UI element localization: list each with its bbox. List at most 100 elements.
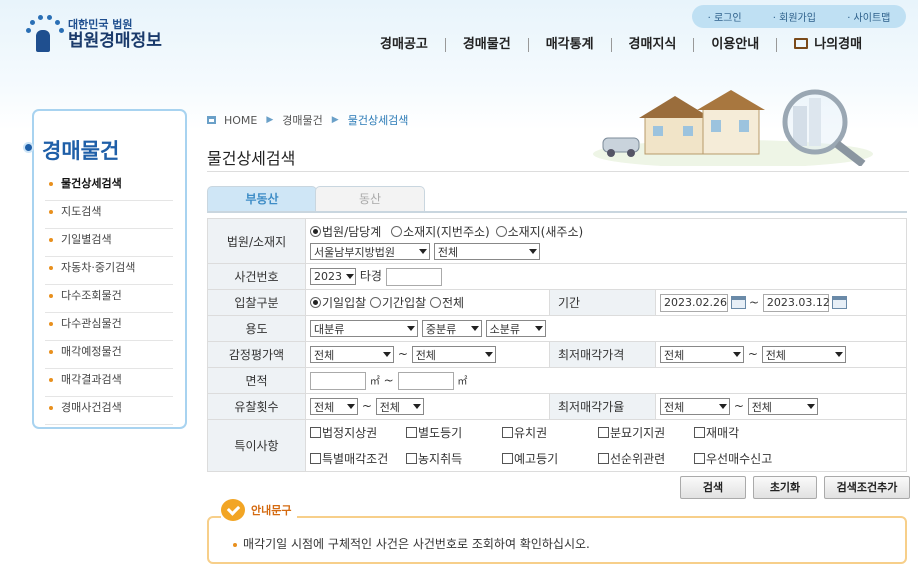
check-separate-registry-label: 별도등기	[418, 426, 463, 441]
case-number-input[interactable]	[385, 267, 442, 286]
fail-count-to-select[interactable]: 전체	[375, 398, 424, 415]
court-select[interactable]: 서울남부지방법원	[310, 243, 430, 261]
appraisal-from-select[interactable]: 전체	[310, 346, 394, 363]
check-lien-label: 유치권	[514, 426, 548, 441]
house-magnifier-illustration	[593, 89, 873, 166]
case-no-label: 사건번호	[207, 263, 306, 290]
period-to-input[interactable]: 2023.03.12	[762, 293, 830, 312]
area-from-input[interactable]	[310, 371, 366, 390]
check-resale[interactable]	[694, 427, 705, 439]
radio-all-bid-label: 전체	[442, 296, 465, 310]
sidebar-item-vehicle-search[interactable]: 자동차·중기검색	[45, 257, 173, 285]
check-preemptive-report-label: 우선매수신고	[706, 451, 773, 466]
min-price-from-select[interactable]: 전체	[660, 346, 744, 363]
tab-real-estate[interactable]: 부동산	[207, 186, 317, 212]
check-separate-registry[interactable]	[406, 427, 417, 439]
appraisal-label: 감정평가액	[207, 341, 306, 368]
breadcrumb-auction-items[interactable]: 경매물건	[282, 112, 322, 128]
check-farmland[interactable]	[406, 452, 417, 464]
nav-guide[interactable]: 이용안내	[693, 38, 776, 52]
appraisal-to-select[interactable]: 전체	[411, 346, 496, 363]
check-preemptive-report[interactable]	[694, 452, 705, 464]
nav-sale-stats[interactable]: 매각통계	[527, 38, 611, 52]
check-badge-icon	[221, 499, 245, 521]
fail-count-from-select[interactable]: 전체	[310, 398, 358, 415]
sidebar-item-most-viewed[interactable]: 다수조회물건	[45, 285, 173, 313]
check-legal-superficies[interactable]	[310, 427, 321, 439]
sidebar-item-map-search[interactable]: 지도검색	[45, 201, 173, 229]
check-legal-superficies-label: 법정지상권	[322, 426, 378, 441]
sidebar-item-sale-result[interactable]: 매각결과검색	[45, 369, 173, 397]
signup-link[interactable]: 회원가입	[773, 9, 816, 24]
radio-period-bid[interactable]	[370, 297, 381, 308]
title-divider	[207, 171, 909, 172]
check-lien[interactable]	[502, 427, 513, 439]
usage-small-select[interactable]: 소분류	[485, 320, 546, 337]
tab-movable-property[interactable]: 동산	[315, 186, 425, 212]
period-from-input[interactable]: 2023.02.26	[660, 293, 728, 312]
notice-header: 안내문구	[221, 499, 298, 521]
radio-court-dept-label: 법원/담당계	[322, 224, 382, 239]
check-senior-related[interactable]	[598, 452, 609, 464]
search-button[interactable]: 검색	[680, 476, 746, 499]
min-rate-to-select[interactable]: 전체	[747, 398, 818, 415]
radio-date-bid[interactable]	[310, 297, 321, 308]
sidebar-item-most-interested[interactable]: 다수관심물건	[45, 313, 173, 341]
logo-small-text: 대한민국 법원	[68, 17, 133, 31]
court-label: 법원/소재지	[207, 218, 306, 264]
radio-road-address-label: 소재지(새주소)	[507, 224, 584, 239]
area-to-input[interactable]	[397, 371, 454, 390]
check-special-condition[interactable]	[310, 452, 321, 464]
sidebar: 경매물건 물건상세검색 지도검색 기일별검색 자동차·중기검색 다수조회물건 다…	[25, 109, 187, 429]
min-rate-from-select[interactable]: 전체	[660, 398, 730, 415]
bid-type-label: 입찰구분	[207, 289, 306, 316]
radio-all-bid[interactable]	[430, 297, 441, 308]
usage-mid-select[interactable]: 중분류	[421, 320, 482, 337]
category-tabs: 부동산 동산	[207, 186, 425, 212]
radio-period-bid-label: 기간입찰	[382, 296, 427, 310]
court-emblem-icon	[24, 14, 64, 54]
check-farmland-label: 농지취득	[418, 451, 463, 466]
check-grave-site-label: 분묘기지권	[610, 426, 666, 441]
check-preliminary-registry-label: 예고등기	[514, 451, 559, 466]
case-year-select[interactable]: 2023	[310, 268, 356, 286]
nav-my-auction[interactable]: 나의경매	[776, 38, 879, 52]
fail-count-label: 유찰횟수	[207, 393, 306, 420]
sidebar-title: 경매물건	[25, 135, 119, 165]
sitemap-link[interactable]: 사이트맵	[847, 9, 891, 24]
check-grave-site[interactable]	[598, 427, 609, 439]
min-price-to-select[interactable]: 전체	[761, 346, 846, 363]
calendar-icon[interactable]	[731, 296, 746, 309]
breadcrumb-home[interactable]: HOME	[224, 114, 257, 127]
sidebar-item-case-search[interactable]: 경매사건검색	[45, 397, 173, 425]
min-price-label: 최저매각가격	[549, 341, 656, 368]
breadcrumb-separator-icon: ▶	[331, 115, 339, 125]
nav-auction-knowledge[interactable]: 경매지식	[610, 38, 694, 52]
tab-underline	[207, 211, 907, 213]
sidebar-item-scheduled-sale[interactable]: 매각예정물건	[45, 341, 173, 369]
notice-title: 안내문구	[251, 504, 292, 517]
calendar-icon[interactable]	[831, 296, 847, 309]
utility-links: 로그인 회원가입 사이트맵	[692, 5, 906, 28]
court-logo[interactable]: 대한민국 법원 법원경매정보	[24, 14, 162, 54]
reset-button[interactable]: 초기화	[753, 476, 817, 499]
dept-select[interactable]: 전체	[433, 243, 540, 261]
main-nav: 경매공고 경매물건 매각통계 경매지식 이용안내 나의경매	[380, 38, 879, 52]
home-icon	[207, 116, 216, 124]
radio-lot-address[interactable]	[391, 225, 403, 237]
special-label: 특이사항	[207, 419, 306, 472]
login-link[interactable]: 로그인	[708, 9, 742, 24]
nav-auction-items[interactable]: 경매물건	[444, 38, 528, 52]
sidebar-item-detail-search[interactable]: 물건상세검색	[45, 173, 173, 201]
usage-big-select[interactable]: 대분류	[310, 320, 418, 337]
radio-lot-address-label: 소재지(지번주소)	[403, 224, 490, 239]
logo-main-text: 법원경매정보	[68, 30, 162, 51]
sidebar-item-date-search[interactable]: 기일별검색	[45, 229, 173, 257]
breadcrumb-separator-icon: ▶	[266, 115, 274, 125]
check-preliminary-registry[interactable]	[502, 452, 513, 464]
radio-date-bid-label: 기일입찰	[322, 296, 367, 310]
radio-court-dept[interactable]	[310, 225, 321, 237]
radio-road-address[interactable]	[495, 225, 507, 237]
nav-auction-notice[interactable]: 경매공고	[380, 38, 445, 52]
add-condition-button[interactable]: 검색조건추가	[824, 476, 910, 499]
